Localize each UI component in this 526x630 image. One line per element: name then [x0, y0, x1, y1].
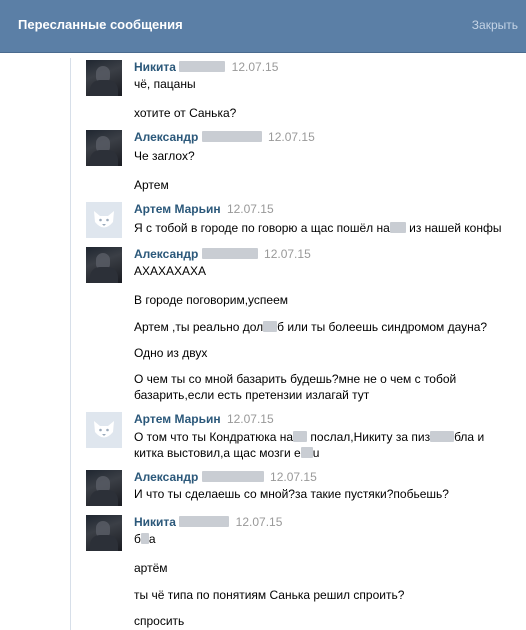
- message-text: Че заглох?: [134, 149, 195, 163]
- forward-quote-line: [70, 58, 71, 630]
- author-row: Никита 12.07.15: [134, 60, 278, 74]
- author-name[interactable]: Никита: [134, 515, 176, 529]
- author-row: Артем Марьин 12.07.15: [134, 202, 274, 216]
- redacted-blur: [430, 431, 455, 442]
- redacted-blur: [293, 431, 308, 442]
- avatar[interactable]: [86, 202, 122, 238]
- redacted-blur: [300, 447, 313, 458]
- redacted-blur: [201, 131, 262, 142]
- message-date[interactable]: 12.07.15: [227, 202, 274, 216]
- author-name[interactable]: Никита: [134, 60, 176, 74]
- message-text: Артем ,ты реально дол б или ты болеешь си…: [134, 319, 487, 335]
- message-text: Я с тобой в городе по говорю а щас пошёл…: [134, 220, 501, 236]
- redacted-blur: [179, 61, 226, 72]
- redacted-blur: [140, 533, 149, 544]
- text-part: послал,Никиту за пиз: [310, 430, 431, 444]
- message-text: Одно из двух: [134, 346, 208, 360]
- text-part: б или ты болеешь синдромом дауна?: [277, 320, 488, 334]
- author-row: Артем Марьин 12.07.15: [134, 412, 274, 426]
- message-text: Артем: [134, 178, 169, 192]
- avatar[interactable]: [86, 60, 122, 96]
- author-row: Никита 12.07.15: [134, 515, 282, 529]
- redacted-blur: [263, 321, 278, 332]
- modal-title: Пересланные сообщения: [18, 17, 183, 32]
- author-name[interactable]: Александр: [134, 247, 198, 261]
- avatar[interactable]: [86, 247, 122, 283]
- text-part: китка выстовил,а щас мозги е: [134, 446, 301, 460]
- message-text: ты чё типа по понятиям Санька решил спро…: [134, 588, 405, 602]
- message-text: хотите от Санька?: [134, 106, 237, 120]
- author-name[interactable]: Артем Марьин: [134, 412, 221, 426]
- dog-avatar-icon: [86, 412, 122, 448]
- redacted-blur: [201, 248, 258, 259]
- author-name[interactable]: Александр: [134, 470, 198, 484]
- dog-avatar-icon: [86, 202, 122, 238]
- message-date[interactable]: 12.07.15: [227, 412, 274, 426]
- message-date[interactable]: 12.07.15: [264, 247, 311, 261]
- text-part: а: [148, 532, 156, 546]
- redacted-blur: [179, 516, 230, 527]
- avatar[interactable]: [86, 130, 122, 166]
- author-row: Александр 12.07.15: [134, 470, 317, 484]
- avatar[interactable]: [86, 515, 122, 551]
- text-part: б: [134, 532, 141, 546]
- message-text: базарить,если есть претензии излагай тут: [134, 388, 370, 402]
- message-text: АХАХАХАХА: [134, 264, 207, 278]
- message-text: О том что ты Кондратюка на послал,Никиту…: [134, 429, 484, 445]
- message-date[interactable]: 12.07.15: [232, 60, 279, 74]
- author-name[interactable]: Артем Марьин: [134, 202, 221, 216]
- text-part: u: [312, 446, 320, 460]
- message-text: китка выстовил,а щас мозги е u: [134, 445, 319, 461]
- text-part: О том что ты Кондратюка на: [134, 430, 294, 444]
- message-date[interactable]: 12.07.15: [236, 515, 283, 529]
- message-date[interactable]: 12.07.15: [270, 470, 317, 484]
- avatar[interactable]: [86, 412, 122, 448]
- message-text: И что ты сделаешь со мной?за такие пустя…: [134, 487, 449, 501]
- message-text: О чем ты со мной базарить будешь?мне не …: [134, 372, 457, 386]
- close-link[interactable]: Закрыть: [472, 18, 518, 32]
- message-text: артём: [134, 561, 168, 575]
- text-part: бла и: [454, 430, 485, 444]
- avatar[interactable]: [86, 470, 122, 506]
- text-part: Я с тобой в городе по говорю а щас пошёл…: [134, 221, 390, 235]
- text-part: из нашей конфы: [409, 221, 502, 235]
- message-text: ба: [134, 531, 156, 547]
- message-text: В городе поговорим,успеем: [134, 293, 289, 307]
- message-text: спросить: [134, 614, 185, 628]
- redacted-blur: [389, 222, 406, 233]
- author-row: Александр 12.07.15: [134, 130, 315, 144]
- message-date[interactable]: 12.07.15: [268, 130, 315, 144]
- message-text: чё, пацаны: [134, 77, 196, 91]
- modal-header: Пересланные сообщения Закрыть: [0, 0, 526, 53]
- author-name[interactable]: Александр: [134, 130, 198, 144]
- author-row: Александр 12.07.15: [134, 247, 311, 261]
- redacted-blur: [201, 471, 264, 482]
- text-part: Артем ,ты реально дол: [134, 320, 264, 334]
